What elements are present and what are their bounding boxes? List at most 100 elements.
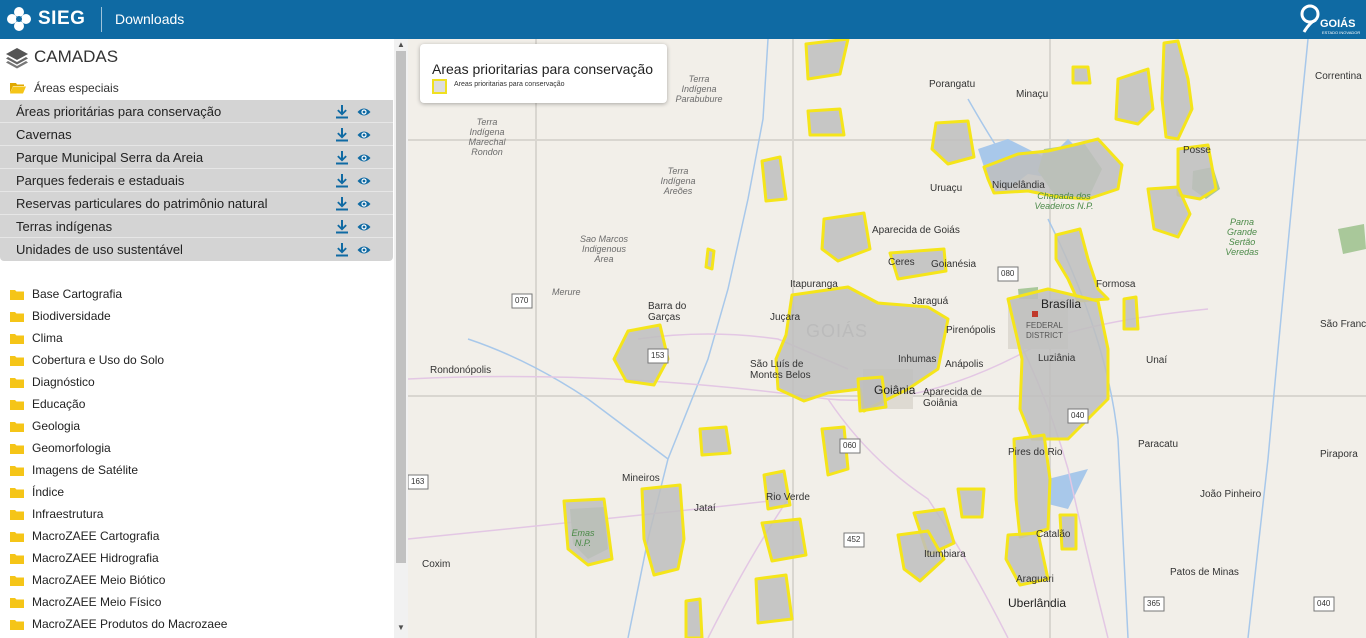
indigenous-label: Merure [552,287,581,297]
downloads-link[interactable]: Downloads [115,11,184,27]
layer-actions [335,151,371,165]
folder-label: MacroZAEE Meio Físico [32,595,162,609]
indigenous-label: Terra Indígena Marechal Rondon [468,117,506,157]
download-icon[interactable] [335,197,349,211]
layer-label: Cavernas [16,126,72,142]
city-label: Correntina [1315,71,1362,82]
folder-icon [10,553,24,564]
folder-item[interactable]: Índice [10,481,227,503]
folder-icon [10,597,24,608]
sidebar-scrollbar[interactable]: ▲ ▼ [394,39,408,638]
folder-icon [10,289,24,300]
folder-icon [10,311,24,322]
layer-row[interactable]: Terras indígenas [0,215,393,238]
city-label: Uruaçu [930,183,963,194]
folder-item[interactable]: Diagnóstico [10,371,227,393]
legend-item-label: Areas prioritarias para conservação [454,81,565,88]
folder-label: Áreas especiais [34,81,119,95]
download-icon[interactable] [335,151,349,165]
folder-item[interactable]: MacroZAEE Produtos do Macrozaee [10,613,227,635]
map-view[interactable]: 070 080 040 060 153 163 452 365 040 Pora… [408,39,1366,638]
folder-label: Geomorfologia [32,441,111,455]
folder-label: Infraestrutura [32,507,104,521]
download-icon[interactable] [335,105,349,119]
eye-icon[interactable] [357,220,371,234]
road-label: 163 [411,477,425,486]
folder-item[interactable]: Geomorfologia [10,437,227,459]
city-label: Unaí [1146,355,1168,366]
map-canvas[interactable] [408,39,1366,638]
city-label: Rio Verde [766,492,810,503]
city-label: Juçara [770,312,801,323]
city-label: Inhumas [898,354,937,365]
eye-icon[interactable] [357,151,371,165]
download-icon[interactable] [335,128,349,142]
layer-row[interactable]: Parque Municipal Serra da Areia [0,146,393,169]
city-label: Goianésia [931,259,977,270]
layer-row[interactable]: Áreas prioritárias para conservação [0,100,393,123]
scroll-thumb[interactable] [396,51,406,563]
city-label: Paracatu [1138,439,1179,450]
legend-title: Areas prioritarias para conservação [432,61,653,77]
layer-label: Parque Municipal Serra da Areia [16,149,204,165]
city-label: Jataí [694,503,716,514]
folder-icon [10,355,24,366]
folder-areas-especiais[interactable]: Áreas especiais [10,81,119,95]
park-label: Chapada dos Veadeiros N.P. [1034,191,1094,211]
download-icon[interactable] [335,243,349,257]
layer-row[interactable]: Parques federais e estaduais [0,169,393,192]
scroll-up-icon[interactable]: ▲ [397,41,405,49]
folder-label: MacroZAEE Hidrografia [32,551,159,565]
eye-icon[interactable] [357,243,371,257]
sieg-logo-icon [7,7,31,31]
folder-item[interactable]: Imagens de Satélite [10,459,227,481]
layer-label: Terras indígenas [16,218,113,234]
folder-label: MacroZAEE Cartografia [32,529,160,543]
folder-item[interactable]: Clima [10,327,227,349]
folder-item[interactable]: Educação [10,393,227,415]
layer-actions [335,220,371,234]
goias-logo-text: GOIÁS [1320,17,1355,30]
folder-label: Base Cartografia [32,287,123,301]
layer-row[interactable]: Unidades de uso sustentável [0,238,393,261]
folder-icon [10,531,24,542]
download-icon[interactable] [335,174,349,188]
folder-label: MacroZAEE Produtos do Macrozaee [32,617,228,631]
folder-label: Educação [32,397,86,411]
city-label: Luziânia [1038,353,1076,364]
scroll-down-icon[interactable]: ▼ [397,624,405,632]
city-label: Pirenópolis [946,325,996,336]
layers-panel: CAMADAS Áreas especiais Áreas prioritári… [0,39,408,638]
layers-icon [6,48,28,69]
panel-title: CAMADAS [4,44,118,70]
city-label: Minaçu [1016,89,1049,100]
folder-icon [10,333,24,344]
layer-row[interactable]: Cavernas [0,123,393,146]
download-icon[interactable] [335,220,349,234]
city-label: Brasília [1041,297,1082,311]
folder-item[interactable]: Infraestrutura [10,503,227,525]
road-label: 365 [1147,599,1161,608]
district-label: FEDERAL DISTRICT [1026,321,1063,340]
eye-icon[interactable] [357,128,371,142]
folder-item[interactable]: Cobertura e Uso do Solo [10,349,227,371]
folder-item[interactable]: MacroZAEE Meio Biótico [10,569,227,591]
eye-icon[interactable] [357,197,371,211]
city-label: Patos de Minas [1170,567,1239,578]
folder-item[interactable]: MacroZAEE Hidrografia [10,547,227,569]
layer-row[interactable]: Reservas particulares do patrimônio natu… [0,192,393,215]
eye-icon[interactable] [357,105,371,119]
folder-item[interactable]: MacroZAEE Meio Físico [10,591,227,613]
eye-icon[interactable] [357,174,371,188]
folder-icon [10,509,24,520]
sieg-logo[interactable]: SIEG [6,6,85,32]
folder-item[interactable]: Biodiversidade [10,305,227,327]
folder-item[interactable]: Geologia [10,415,227,437]
indigenous-label: Terra Indígena Parabubure [675,74,723,104]
folder-label: MacroZAEE Meio Biótico [32,573,166,587]
folder-label: Biodiversidade [32,309,111,323]
layer-label: Reservas particulares do patrimônio natu… [16,195,268,211]
folder-item[interactable]: Base Cartografia [10,283,227,305]
road-label: 060 [843,441,857,450]
folder-item[interactable]: MacroZAEE Cartografia [10,525,227,547]
